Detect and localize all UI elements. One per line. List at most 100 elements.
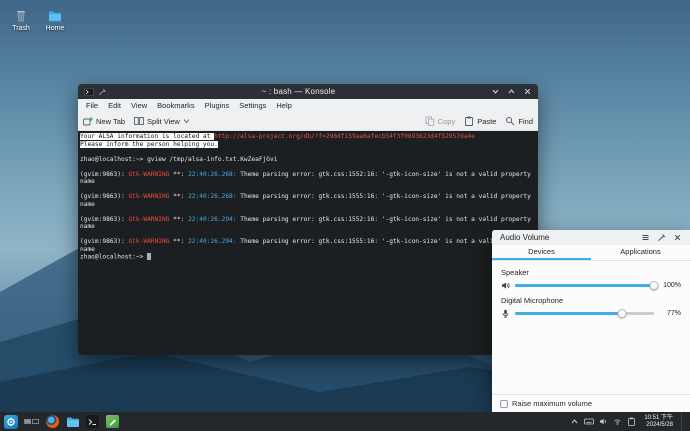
terminal-text: **:: [169, 193, 188, 200]
volume-slider[interactable]: [515, 308, 654, 318]
terminal-text: name: [80, 246, 95, 253]
slider-fill: [515, 284, 654, 287]
menu-item[interactable]: Plugins: [200, 101, 235, 110]
close-icon[interactable]: [673, 233, 682, 242]
menu-item[interactable]: View: [126, 101, 152, 110]
terminal-line: zhao@localhost:~> gview /tmp/alsa-info.t…: [80, 156, 536, 164]
terminal-text: 22:40:26.268:: [188, 193, 236, 200]
menu-item[interactable]: Bookmarks: [152, 101, 200, 110]
new-tab-button[interactable]: New Tab: [83, 116, 125, 126]
terminal-line: (gvim:9863): Gtk-WARNING **: 22:40:26.29…: [80, 238, 536, 246]
menu-item[interactable]: Help: [271, 101, 296, 110]
close-icon[interactable]: [523, 87, 532, 96]
terminal-text: Theme parsing error: gtk.css:1555:16: '-…: [237, 238, 531, 245]
terminal-output[interactable]: Your ALSA information is located at http…: [78, 131, 538, 355]
terminal-link[interactable]: http://alsa-project.org/db/?f=296df159aa…: [214, 133, 475, 140]
find-button[interactable]: Find: [505, 116, 533, 126]
terminal-text: 22:40:26.294:: [188, 216, 236, 223]
konsole-app-icon: [84, 88, 94, 96]
network-icon[interactable]: [613, 417, 622, 426]
slider-handle[interactable]: [650, 281, 659, 290]
desktop-icon-home[interactable]: Home: [37, 8, 73, 32]
terminal-line: zhao@localhost:~>: [80, 253, 536, 261]
volume-slider[interactable]: [515, 280, 654, 290]
dolphin-folder-icon[interactable]: [64, 413, 81, 430]
terminal-text: Gtk-WARNING: [128, 238, 169, 245]
pin-icon: [98, 88, 106, 96]
terminal-text: Gtk-WARNING: [128, 216, 169, 223]
tab-devices[interactable]: Devices: [492, 245, 591, 260]
konsole-titlebar[interactable]: ~ : bash — Konsole: [78, 84, 538, 99]
paste-icon: [464, 116, 474, 126]
audio-titlebar[interactable]: Audio Volume: [492, 230, 690, 245]
terminal-cursor: [147, 253, 151, 260]
menu-item[interactable]: File: [81, 101, 103, 110]
taskbar: 10:51 下午 2024/5/28: [0, 412, 690, 431]
slider-fill: [515, 312, 622, 315]
keyboard-icon[interactable]: [584, 417, 594, 426]
menu-bar: FileEditViewBookmarksPluginsSettingsHelp: [78, 99, 538, 112]
new-tab-icon: [83, 116, 93, 126]
terminal-text: zhao@localhost:~>: [80, 254, 147, 261]
terminal-line: [80, 208, 536, 216]
terminal-line: name: [80, 178, 536, 186]
maximize-icon[interactable]: [507, 87, 516, 96]
terminal-line: name: [80, 246, 536, 254]
clipboard-icon[interactable]: [627, 417, 636, 426]
terminal-line: Please inform the person helping you.: [80, 141, 536, 149]
terminal-text: **:: [169, 216, 188, 223]
system-tray: 10:51 下午 2024/5/28: [570, 412, 688, 431]
clock-date: 2024/5/28: [644, 422, 673, 429]
terminal-line: (gvim:9863): Gtk-WARNING **: 22:40:26.26…: [80, 171, 536, 179]
menu-item[interactable]: Settings: [234, 101, 271, 110]
desktop-icon-trash[interactable]: Trash: [3, 8, 39, 32]
clock-widget[interactable]: 10:51 下午 2024/5/28: [644, 415, 673, 428]
desktop-icon-label: Home: [37, 25, 73, 32]
toolbar: New Tab Split View Copy Paste: [78, 112, 538, 131]
terminal-text: **:: [169, 171, 188, 178]
menu-item[interactable]: Edit: [103, 101, 126, 110]
minimize-icon[interactable]: [491, 87, 500, 96]
terminal-text: Theme parsing error: gtk.css:1552:16: '-…: [237, 216, 531, 223]
firefox-icon[interactable]: [44, 413, 61, 430]
konsole-icon[interactable]: [84, 413, 101, 430]
split-view-icon: [134, 116, 144, 126]
virtual-desktop-1[interactable]: [24, 419, 31, 424]
chevron-up-icon[interactable]: [570, 417, 579, 426]
terminal-text: name: [80, 178, 95, 185]
raise-max-volume-checkbox[interactable]: [500, 400, 508, 408]
volume-icon[interactable]: [599, 417, 608, 426]
terminal-text: Please inform the person helping you.: [80, 141, 218, 148]
speaker-icon: [501, 281, 510, 290]
find-icon: [505, 116, 515, 126]
terminal-line: name: [80, 223, 536, 231]
application-launcher-icon[interactable]: [2, 413, 19, 430]
editor-app-icon[interactable]: [104, 413, 121, 430]
tab-applications[interactable]: Applications: [591, 245, 690, 260]
terminal-text: 22:40:26.268:: [188, 171, 236, 178]
pin-icon[interactable]: [657, 233, 666, 242]
virtual-desktop-2[interactable]: [32, 419, 39, 424]
terminal-text: (gvim:9863):: [80, 171, 128, 178]
terminal-line: [80, 186, 536, 194]
slider-handle[interactable]: [618, 309, 627, 318]
menu-icon[interactable]: [641, 233, 650, 242]
terminal-text: (gvim:9863):: [80, 193, 128, 200]
terminal-text: 22:40:26.294:: [188, 238, 236, 245]
split-view-button[interactable]: Split View: [134, 116, 190, 126]
terminal-line: (gvim:9863): Gtk-WARNING **: 22:40:26.29…: [80, 216, 536, 224]
window-title: Audio Volume: [500, 233, 641, 242]
pager-widget[interactable]: [22, 419, 41, 424]
home-folder-icon: [47, 8, 63, 24]
terminal-text: (gvim:9863):: [80, 216, 128, 223]
copy-button[interactable]: Copy: [425, 116, 456, 126]
konsole-window: ~ : bash — Konsole FileEditViewBookmarks…: [78, 84, 538, 355]
terminal-text: (gvim:9863):: [80, 238, 128, 245]
paste-button[interactable]: Paste: [464, 116, 496, 126]
audio-devices-list: Speaker 100%: [492, 261, 690, 318]
raise-max-volume-label[interactable]: Raise maximum volume: [512, 399, 592, 408]
audio-device: Digital Microphone 77%: [501, 296, 681, 318]
show-desktop-button[interactable]: [681, 412, 686, 431]
device-name: Speaker: [501, 268, 681, 277]
microphone-icon: [501, 309, 510, 318]
